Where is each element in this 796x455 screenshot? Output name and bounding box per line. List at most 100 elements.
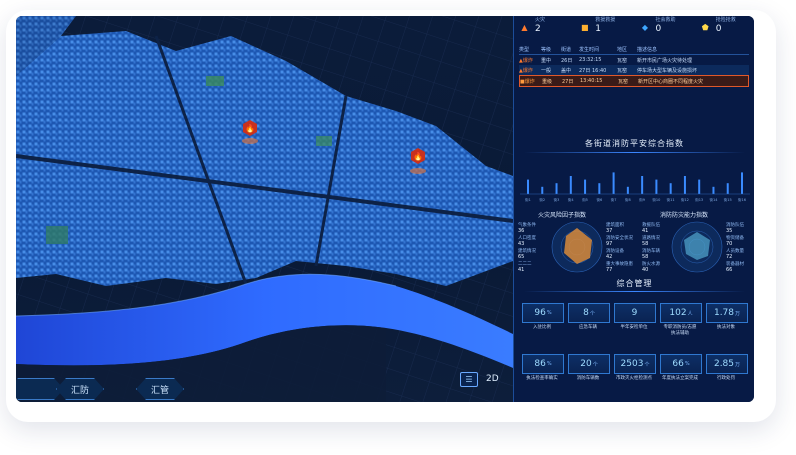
metric-unit: 个 bbox=[592, 361, 598, 368]
metric-label: 专职消防员/志愿 执法辅助 bbox=[663, 325, 697, 336]
stat-label: 救援救援 bbox=[595, 17, 616, 23]
bar-tick-label: 街2 bbox=[539, 197, 545, 202]
cell-desc: 停车场大型车辆及设施损坏 bbox=[637, 67, 698, 74]
cell-street: 26日 bbox=[561, 57, 573, 64]
stat-rescue: ■ 救援救援 1 bbox=[574, 16, 634, 42]
bar-15[interactable] bbox=[726, 183, 729, 194]
metric-label: 入驻比例 bbox=[533, 325, 551, 330]
bar-14[interactable] bbox=[712, 186, 715, 194]
info-panel: ▲ 火灾 2 ■ 救援救援 1 ◆ 社会救助 0 ⬟ 抢险抢救 0 类型 等级 街道 发… bbox=[513, 16, 754, 402]
metric-label: 应急车辆 bbox=[579, 325, 597, 330]
bar-tick-label: 街12 bbox=[681, 197, 689, 202]
metric-label: 年度执法立案完成 bbox=[662, 376, 698, 381]
bar-9[interactable] bbox=[641, 176, 644, 194]
radar-factor-value: 72 bbox=[726, 254, 733, 260]
metric-unit: 个 bbox=[589, 310, 595, 317]
radar-factor-value: 66 bbox=[726, 267, 733, 273]
bar-1[interactable] bbox=[527, 179, 529, 194]
metric-value: 9 bbox=[631, 308, 638, 318]
bar-tick-label: 街10 bbox=[652, 197, 660, 202]
stat-value: 1 bbox=[595, 24, 601, 34]
radar-factor-value: 58 bbox=[642, 241, 649, 247]
cell-level: 重级 bbox=[542, 78, 553, 85]
truck-icon: ■ bbox=[580, 23, 589, 32]
col-header: 地区 bbox=[617, 47, 628, 53]
metric-box[interactable]: 2.85 万 bbox=[706, 354, 748, 374]
cell-street: 盖中 bbox=[561, 67, 572, 74]
cell-type: 爆炸 bbox=[524, 78, 535, 85]
cell-area: 瓦窑 bbox=[617, 57, 628, 64]
cell-type: 爆炸 bbox=[522, 67, 533, 74]
map-terrain bbox=[16, 16, 513, 402]
table-row[interactable]: ▲爆炸 一般 盖中 27日 16:40 瓦窑 停车场大型车辆及设施损坏 bbox=[519, 65, 749, 75]
bar-16[interactable] bbox=[741, 172, 743, 194]
bar-tick-label: 街3 bbox=[554, 197, 560, 202]
city-3d-map[interactable]: 🔥 🔥 汇防 汇管 ☰ 2D bbox=[16, 16, 513, 402]
metric-box[interactable]: 9 bbox=[614, 303, 656, 323]
cell-level: 一般 bbox=[541, 67, 552, 74]
bar-chart-title: 各街道消防平安综合指数 bbox=[585, 139, 684, 148]
stat-social: ◆ 社会救助 0 bbox=[635, 16, 695, 42]
radar-factor-value: 41 bbox=[518, 267, 525, 273]
metric-label: 行政处罚 bbox=[717, 376, 735, 381]
metric-value: 86 bbox=[534, 359, 546, 369]
bar-tick-label: 街9 bbox=[639, 197, 645, 202]
metric-value: 20 bbox=[580, 359, 592, 369]
bar-12[interactable] bbox=[683, 176, 686, 194]
table-header: 类型 等级 街道 发生时间 地区 描述信息 bbox=[519, 46, 749, 55]
bar-11[interactable] bbox=[669, 183, 672, 194]
metric-box[interactable]: 20 个 bbox=[568, 354, 610, 374]
table-row[interactable]: ▲爆炸 重中 26日 23:32:15 瓦窑 新开市民广场火灾待处理 bbox=[519, 55, 749, 65]
capability-title: 消防防灾能力指数 bbox=[660, 212, 709, 219]
bar-13[interactable] bbox=[698, 179, 701, 194]
metric-unit: 个 bbox=[644, 361, 650, 368]
bar-7[interactable] bbox=[612, 172, 615, 194]
layer-toggle-icon[interactable]: ☰ bbox=[460, 372, 478, 387]
metric-box[interactable]: 102 人 bbox=[660, 303, 702, 323]
cell-time: 23:32:15 bbox=[579, 57, 602, 63]
fire-glow bbox=[242, 138, 258, 144]
view-mode-toggle[interactable]: 2D bbox=[486, 374, 499, 384]
bar-tick-label: 街15 bbox=[724, 197, 732, 202]
bar-tick-label: 街4 bbox=[568, 197, 575, 202]
metric-unit: % bbox=[684, 361, 690, 367]
table-row-highlighted[interactable]: ■爆炸 重级 27日 13:40:15 瓦窑 新开区中心商圈不同程度火灾 bbox=[519, 75, 749, 87]
fire-glow bbox=[410, 168, 426, 174]
map-button-huifang[interactable]: 汇防 bbox=[56, 378, 104, 400]
radar-factor-value: 65 bbox=[518, 254, 525, 260]
metric-unit: 万 bbox=[735, 361, 741, 368]
map-button-huiguan[interactable]: 汇管 bbox=[136, 378, 184, 400]
metric-value: 1.78 bbox=[713, 308, 735, 318]
bar-tick-label: 街7 bbox=[611, 197, 617, 202]
cell-level: 重中 bbox=[541, 57, 552, 64]
metric-box[interactable]: 96% bbox=[522, 303, 564, 323]
metric-box[interactable]: 2503 个 bbox=[614, 354, 656, 374]
bar-tick-label: 街5 bbox=[582, 197, 588, 202]
radar-factor-value: 58 bbox=[642, 254, 649, 260]
bar-2[interactable] bbox=[541, 186, 544, 194]
bar-3[interactable] bbox=[555, 183, 558, 194]
metric-value: 96 bbox=[534, 308, 546, 318]
bar-8[interactable] bbox=[626, 186, 629, 194]
metric-box[interactable]: 8个 bbox=[568, 303, 610, 323]
metric-unit: 万 bbox=[735, 310, 741, 317]
stat-label: 抢险抢救 bbox=[715, 17, 736, 23]
metric-value: 2.85 bbox=[713, 359, 735, 369]
radar-factor-value: 40 bbox=[642, 267, 649, 273]
cell-type: 爆炸 bbox=[522, 57, 533, 64]
bar-tick-label: 街11 bbox=[667, 197, 675, 202]
bar-5[interactable] bbox=[584, 179, 587, 194]
bar-4[interactable] bbox=[569, 176, 572, 194]
bar-10[interactable] bbox=[655, 179, 658, 194]
stat-value: 2 bbox=[535, 24, 541, 34]
metric-box[interactable]: 66% bbox=[660, 354, 702, 374]
fire-icon: ▲ bbox=[521, 23, 528, 32]
bar-6[interactable] bbox=[598, 183, 601, 194]
metric-value: 102 bbox=[669, 308, 687, 318]
divider bbox=[524, 291, 745, 292]
metric-box[interactable]: 1.78 万 bbox=[706, 303, 748, 323]
radar-factor-value: 97 bbox=[606, 241, 613, 247]
metric-label: 半年安检单位 bbox=[620, 325, 648, 330]
metric-box[interactable]: 86% bbox=[522, 354, 564, 374]
capability-radar-chart bbox=[671, 221, 723, 273]
